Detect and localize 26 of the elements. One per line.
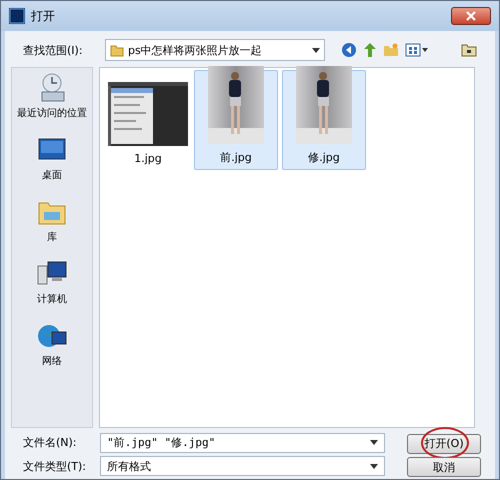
open-button[interactable]: 打开(O): [407, 434, 481, 454]
file-type-label: 文件类型(T):: [23, 458, 88, 474]
caret-icon: [370, 440, 378, 446]
places-item[interactable]: 库: [36, 196, 68, 244]
close-icon: [465, 11, 477, 21]
file-name-field[interactable]: "前.jpg" "修.jpg": [100, 432, 385, 453]
folder-icon[interactable]: [461, 43, 477, 57]
caret-icon: [312, 48, 320, 52]
close-button[interactable]: [451, 7, 491, 25]
cancel-button[interactable]: 取消: [407, 457, 481, 477]
places-item[interactable]: 网络: [36, 320, 68, 368]
look-in-dropdown[interactable]: ps中怎样将两张照片放一起: [105, 39, 325, 61]
folder-icon: [110, 43, 124, 57]
file-type-dropdown[interactable]: 所有格式: [100, 456, 385, 476]
view-menu-icon[interactable]: [405, 43, 429, 57]
file-name-label: 文件名(N):: [23, 435, 78, 450]
file-item[interactable]: 1.jpg: [106, 70, 190, 170]
places-item[interactable]: 桌面: [36, 134, 68, 182]
back-icon[interactable]: [341, 42, 357, 58]
caret-icon: [370, 464, 378, 469]
app-icon: [9, 8, 25, 24]
window-title: 打开: [31, 8, 56, 24]
places-item[interactable]: 计算机: [36, 258, 68, 306]
places-item[interactable]: 最近访问的位置: [17, 72, 87, 120]
look-in-label: 查找范围(I):: [23, 42, 84, 58]
up-arrow-icon[interactable]: [363, 42, 377, 58]
